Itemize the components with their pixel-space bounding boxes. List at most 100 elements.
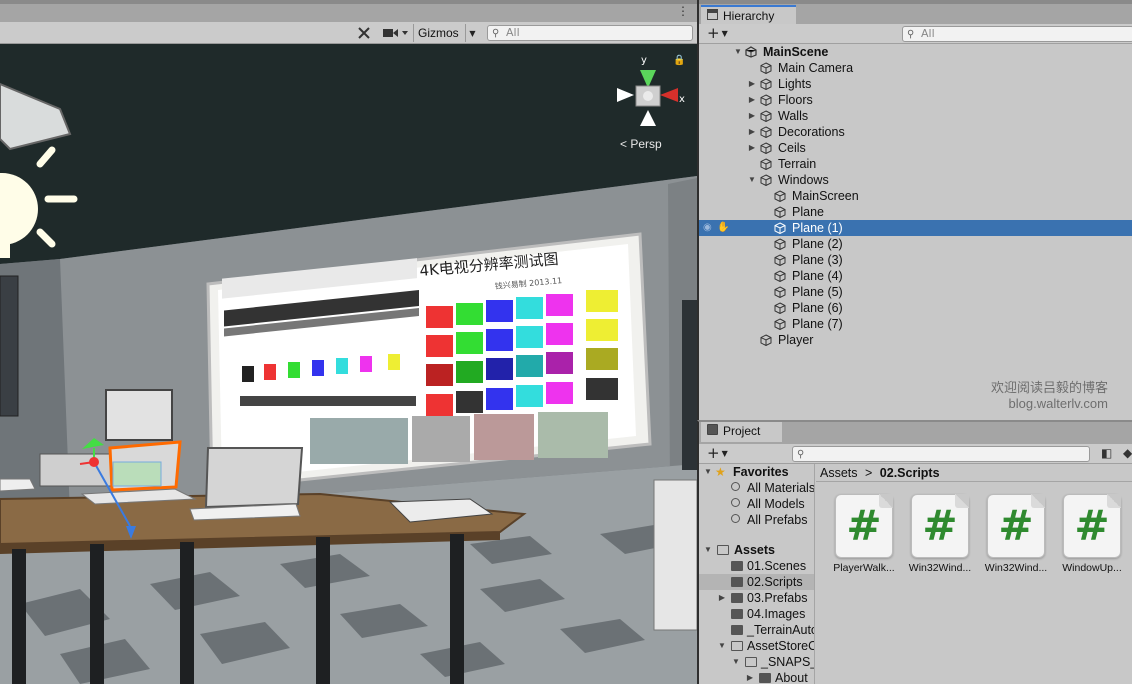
expand-arrow-icon[interactable]: ▼ (717, 638, 727, 654)
scene-search-placeholder: All (506, 26, 520, 39)
tree-assetstore[interactable]: ▼ AssetStoreO (699, 638, 814, 654)
hierarchy-item-terrain[interactable]: Terrain (699, 156, 1132, 172)
tree-04-images[interactable]: 04.Images (699, 606, 814, 622)
tab-hierarchy[interactable]: Hierarchy (701, 5, 797, 25)
script-hash-glyph: # (846, 501, 882, 550)
expand-arrow-icon[interactable]: ▼ (733, 44, 743, 60)
hierarchy-item-plane-4[interactable]: Plane (4) (699, 268, 1132, 284)
hierarchy-item-windows[interactable]: ▼ Windows (699, 172, 1132, 188)
hierarchy-item-ceils[interactable]: ▶ Ceils (699, 140, 1132, 156)
hierarchy-item-player[interactable]: Player (699, 332, 1132, 348)
collapsed-arrow-icon[interactable]: ▶ (747, 124, 757, 140)
expand-arrow-icon[interactable]: ▼ (703, 542, 713, 558)
visibility-eye-icon[interactable]: ◉ (703, 220, 712, 236)
tree-item-label: Favorites (733, 465, 789, 479)
project-assets-pane: Assets > 02.Scripts # PlayerWalk... # Wi… (816, 464, 1132, 684)
tree-snaps[interactable]: ▼ _SNAPS_ (699, 654, 814, 670)
tree-item-label: _SNAPS_ (761, 655, 815, 669)
hierarchy-item-mainscreen[interactable]: MainScreen (699, 188, 1132, 204)
hierarchy-item-plane-7[interactable]: Plane (7) (699, 316, 1132, 332)
expand-arrow-icon[interactable]: ▼ (703, 464, 713, 480)
camera-dropdown[interactable] (380, 24, 410, 42)
axis-y-label: y (641, 55, 647, 66)
tree-assets[interactable]: ▼ Assets (699, 542, 814, 558)
csharp-script-icon: # (987, 494, 1045, 558)
asset-script-tile[interactable]: # Win32Wind... (980, 494, 1052, 574)
hierarchy-item-plane-5[interactable]: Plane (5) (699, 284, 1132, 300)
project-tab-label: Project (723, 424, 761, 438)
more-options-icon[interactable]: ⋮ (677, 4, 689, 18)
pickable-hand-icon[interactable]: ✋ (717, 220, 729, 236)
hierarchy-item-lights[interactable]: ▶ Lights (699, 76, 1132, 92)
tree-01-scenes[interactable]: 01.Scenes (699, 558, 814, 574)
hierarchy-item-plane-6[interactable]: Plane (6) (699, 300, 1132, 316)
gizmos-dropdown-arrow-icon[interactable]: ▼ (465, 24, 479, 42)
asset-script-tile[interactable]: # PlayerWalk... (828, 494, 900, 574)
asset-script-tile[interactable]: # WindowUp... (1056, 494, 1128, 574)
expand-arrow-icon[interactable]: ▼ (731, 654, 741, 670)
watermark-line-2: blog.walterlv.com (1008, 396, 1108, 411)
collapsed-arrow-icon[interactable]: ▶ (747, 140, 757, 156)
hierarchy-item-label: Plane (4) (792, 269, 843, 283)
tree-favorites[interactable]: ▼ ★ Favorites (699, 464, 814, 480)
hierarchy-tree: ▼ MainScene Main Camera ▶ Lights ▶ Floor… (699, 44, 1132, 348)
hierarchy-item-decorations[interactable]: ▶ Decorations (699, 124, 1132, 140)
hierarchy-item-floors[interactable]: ▶ Floors (699, 92, 1132, 108)
search-by-type-icon[interactable]: ◧ (1101, 446, 1112, 460)
gameobject-cube-icon (774, 318, 786, 330)
persp-label[interactable]: < Persp (620, 137, 662, 151)
tree-item-label: 02.Scripts (747, 575, 803, 589)
tree-all-materials[interactable]: All Materials (699, 480, 814, 496)
collapsed-arrow-icon[interactable]: ▶ (747, 76, 757, 92)
gizmos-button[interactable]: Gizmos (413, 24, 463, 42)
hierarchy-item-label: Main Camera (778, 61, 854, 75)
hierarchy-item-label: Plane (6) (792, 301, 843, 315)
hierarchy-item-plane-2[interactable]: Plane (2) (699, 236, 1132, 252)
hierarchy-item-label: Plane (3) (792, 253, 843, 267)
dropdown-caret-icon: ▼ (721, 449, 728, 458)
project-panel: Project + ▼ ⚲ ◧ ◆ ▼ ★ Favorites All Mater… (697, 420, 1132, 684)
left-laptop (0, 478, 36, 492)
csharp-script-icon: # (835, 494, 893, 558)
scene-viewport[interactable]: 4K电视分辨率测试图 钱兴易制 2013.11 y x (0, 44, 697, 684)
create-asset-dropdown-button[interactable]: + ▼ (707, 445, 728, 462)
search-by-label-icon[interactable]: ◆ (1123, 446, 1132, 460)
scene-search-input[interactable]: ⚲ All (487, 25, 693, 41)
hierarchy-item-plane-3[interactable]: Plane (3) (699, 252, 1132, 268)
hierarchy-toolbar: + ▼ ⚲ All (699, 24, 1132, 44)
tree-all-models[interactable]: All Models (699, 496, 814, 512)
hierarchy-item-main-camera[interactable]: Main Camera (699, 60, 1132, 76)
hierarchy-item-mainscene[interactable]: ▼ MainScene (699, 44, 1132, 60)
hierarchy-search-input[interactable]: ⚲ All (902, 26, 1132, 42)
collapsed-arrow-icon[interactable]: ▶ (717, 590, 727, 606)
lock-icon[interactable]: 🔒 (673, 55, 685, 66)
breadcrumb-current[interactable]: 02.Scripts (880, 466, 940, 480)
hierarchy-item-walls[interactable]: ▶ Walls (699, 108, 1132, 124)
script-hash-glyph: # (1074, 501, 1110, 550)
project-folder-tree: ▼ ★ Favorites All Materials All Models A… (699, 464, 815, 684)
tree-all-prefabs[interactable]: All Prefabs (699, 512, 814, 528)
tree-02-scripts[interactable]: 02.Scripts (699, 574, 814, 590)
folder-icon (731, 593, 743, 603)
hierarchy-item-label: Plane (7) (792, 317, 843, 331)
collapsed-arrow-icon[interactable]: ▶ (747, 92, 757, 108)
hierarchy-item-plane[interactable]: Plane (699, 204, 1132, 220)
collapsed-arrow-icon[interactable]: ▶ (747, 108, 757, 124)
tab-project[interactable]: Project (701, 422, 783, 442)
breadcrumb-root[interactable]: Assets (820, 466, 858, 480)
gameobject-cube-icon (760, 62, 772, 74)
dropdown-caret-icon: ▼ (721, 29, 728, 38)
asset-script-tile[interactable]: # Win32Wind... (904, 494, 976, 574)
project-search-input[interactable]: ⚲ (792, 446, 1090, 462)
scene-view[interactable]: ⋮ Gizmos ▼ ⚲ All 4K电视分辨率测试图 钱兴易制 2013.11… (0, 0, 697, 684)
expand-arrow-icon[interactable]: ▼ (747, 172, 757, 188)
tree-terrain-auto[interactable]: _TerrainAuto (699, 622, 814, 638)
gameobject-cube-icon (760, 334, 772, 346)
collapsed-arrow-icon[interactable]: ▶ (745, 670, 755, 684)
tree-03-prefabs[interactable]: ▶ 03.Prefabs (699, 590, 814, 606)
create-dropdown-button[interactable]: + ▼ (707, 25, 728, 42)
tools-icon[interactable] (354, 24, 374, 42)
gameobject-cube-icon (760, 78, 772, 90)
hierarchy-item-plane-1[interactable]: ◉ ✋ Plane (1) (699, 220, 1132, 236)
tree-about[interactable]: ▶ About (699, 670, 814, 684)
